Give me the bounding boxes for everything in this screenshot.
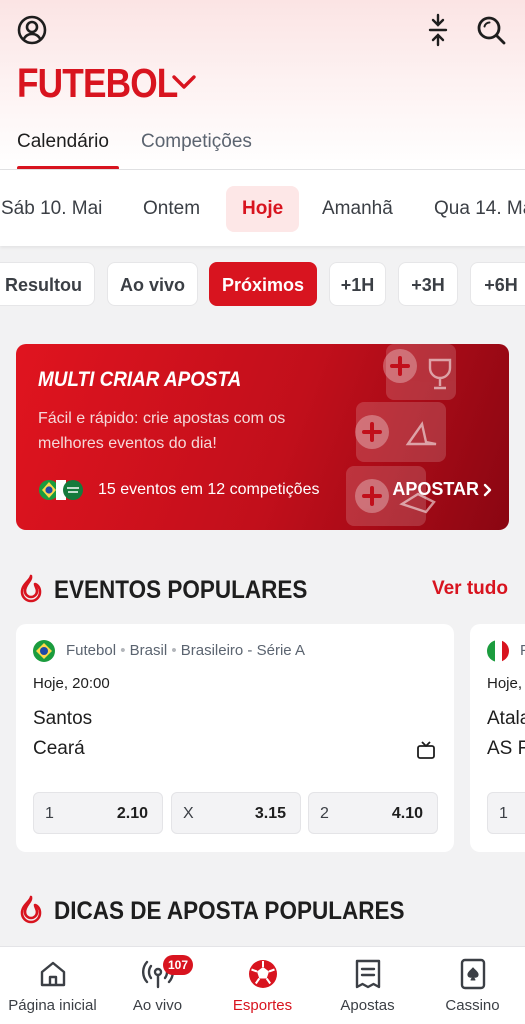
filter-chips: Resultou Ao vivo Próximos +1H +3H +6H <box>0 262 525 306</box>
odd-home-button[interactable]: 1 2.10 <box>33 792 163 834</box>
nav-live[interactable]: 107 Ao vivo <box>105 947 210 1024</box>
odd-draw-button[interactable]: X 3.15 <box>171 792 301 834</box>
banner-description: Fácil e rápido: crie apostas com os melh… <box>38 410 286 452</box>
section-title: EVENTOS POPULARES <box>54 575 308 604</box>
odd-home-button[interactable]: 1 <box>487 792 525 834</box>
odd-label: 1 <box>45 805 54 822</box>
date-yesterday[interactable]: Ontem <box>143 186 200 232</box>
date-sat[interactable]: Sáb 10. Mai <box>1 186 102 232</box>
flame-icon <box>18 894 44 929</box>
nav-home[interactable]: Página inicial <box>0 947 105 1024</box>
tab-competitions[interactable]: Competições <box>141 131 252 153</box>
live-count-badge: 107 <box>163 955 194 975</box>
odd-value: 4.10 <box>391 805 423 822</box>
banner-decoration-icon <box>346 344 456 526</box>
filter-live[interactable]: Ao vivo <box>107 262 198 306</box>
filter-results[interactable]: Resultou <box>0 262 95 306</box>
nav-label: Apostas <box>340 997 395 1014</box>
nav-label: Esportes <box>232 997 293 1014</box>
event-meta: Futebol • Brasil • Brasileiro - Série A <box>66 642 305 659</box>
bullet: • <box>171 642 181 659</box>
user-circle-icon[interactable] <box>14 12 50 48</box>
event-sport: Futebol <box>66 642 117 659</box>
filter-6h[interactable]: +6H <box>470 262 525 306</box>
home-team: Santos <box>33 708 93 729</box>
betslip-icon <box>351 957 385 991</box>
odd-value: 3.15 <box>254 805 286 822</box>
tab-bar: Calendário Competições <box>0 125 525 170</box>
odd-label: 2 <box>320 805 329 822</box>
event-time: Hoje, 20:00 <box>33 675 110 692</box>
away-team: AS R <box>487 738 525 759</box>
popular-tips-header: DICAS DE APOSTA POPULARES <box>18 893 443 929</box>
odd-label: 1 <box>499 805 508 822</box>
popular-events-header: EVENTOS POPULARES <box>18 572 336 608</box>
bottom-nav: Página inicial 107 Ao vivo Esportes Apos… <box>0 946 525 1024</box>
bet-button[interactable]: APOSTAR <box>392 479 479 500</box>
filter-upcoming[interactable]: Próximos <box>209 262 317 306</box>
nav-label: Página inicial <box>8 997 97 1014</box>
banner-title: MULTI CRIAR APOSTA <box>38 368 242 391</box>
event-sport: F <box>520 642 525 659</box>
search-icon[interactable] <box>472 12 510 48</box>
event-country: Brasil <box>129 642 168 659</box>
filter-3h[interactable]: +3H <box>398 262 458 306</box>
brazil-flag-icon <box>33 640 55 662</box>
home-icon <box>36 957 70 991</box>
event-league: Brasileiro - Série A <box>180 642 305 659</box>
multi-bet-banner[interactable]: MULTI CRIAR APOSTA Fácil e rápido: crie … <box>16 344 509 530</box>
flags-icon <box>38 479 88 501</box>
odd-away-button[interactable]: 2 4.10 <box>308 792 438 834</box>
date-scroller: Sáb 10. Mai Ontem Hoje Amanhã Qua 14. Ma… <box>0 170 525 246</box>
section-title: DICAS DE APOSTA POPULARES <box>54 896 405 925</box>
tv-icon <box>416 740 436 765</box>
soccer-ball-icon <box>246 957 280 991</box>
home-team: Atala <box>487 708 525 729</box>
card-icon <box>456 957 490 991</box>
event-card[interactable]: F Hoje, Atala AS R 1 <box>470 624 525 852</box>
collapse-arrows-icon[interactable] <box>420 12 456 48</box>
date-today[interactable]: Hoje <box>226 186 300 232</box>
nav-label: Ao vivo <box>132 997 183 1014</box>
bullet: • <box>120 642 130 659</box>
filter-1h[interactable]: +1H <box>329 262 386 306</box>
flame-icon <box>18 573 44 608</box>
nav-bets[interactable]: Apostas <box>315 947 420 1024</box>
event-time: Hoje, <box>487 675 523 692</box>
chevron-down-icon[interactable] <box>168 66 200 98</box>
top-header: FUTEBOL Calendário Competições <box>0 0 525 170</box>
chevron-right-icon <box>483 483 493 502</box>
date-tomorrow[interactable]: Amanhã <box>322 186 393 232</box>
event-card[interactable]: Futebol • Brasil • Brasileiro - Série A … <box>16 624 454 852</box>
date-wed[interactable]: Qua 14. Mai <box>434 186 525 232</box>
italy-flag-icon <box>487 640 509 662</box>
tab-calendar[interactable]: Calendário <box>17 131 109 153</box>
page-title[interactable]: FUTEBOL <box>17 60 178 107</box>
banner-count: 15 eventos em 12 competições <box>98 481 320 498</box>
odd-value: 2.10 <box>116 805 148 822</box>
away-team: Ceará <box>33 738 85 759</box>
nav-casino[interactable]: Cassino <box>420 947 525 1024</box>
nav-label: Cassino <box>445 997 500 1014</box>
see-all-link[interactable]: Ver tudo <box>432 578 508 600</box>
nav-sports[interactable]: Esportes <box>210 947 315 1024</box>
odd-label: X <box>183 805 194 822</box>
